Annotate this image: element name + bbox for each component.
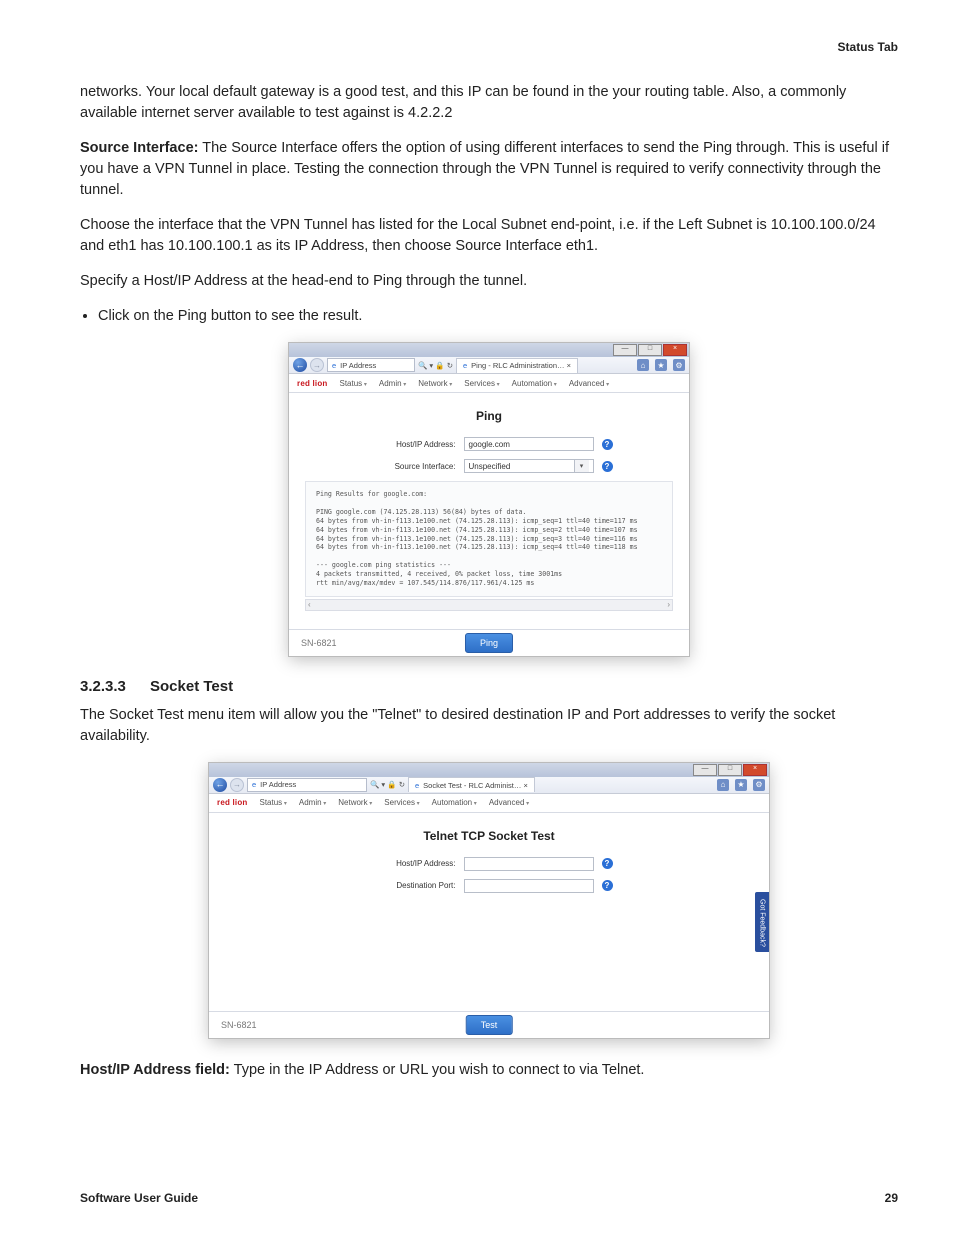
window-minimize-button[interactable]: — [693,764,717,776]
paragraph-specify-host: Specify a Host/IP Address at the head-en… [80,271,898,292]
input-host-ip[interactable] [464,857,594,871]
url-tools-icon[interactable]: 🔍 ▾ 🔒 ↻ [370,780,405,789]
menu-automation[interactable]: Automation [432,798,477,807]
settings-icon[interactable]: ⚙ [753,779,765,791]
url-input[interactable]: e IP Address [247,778,367,792]
browser-address-bar: ← → e IP Address 🔍 ▾ 🔒 ↻ e Ping - RLC Ad… [289,357,689,374]
nav-back-button[interactable]: ← [213,778,227,792]
home-icon[interactable]: ⌂ [717,779,729,791]
help-icon[interactable]: ? [602,439,613,450]
settings-icon[interactable]: ⚙ [673,359,685,371]
browser-tool-icons: ⌂ ★ ⚙ [717,779,765,791]
url-text: IP Address [260,780,296,789]
label-host-ip: Host/IP Address: [366,859,456,868]
window-maximize-button[interactable]: □ [718,764,742,776]
horizontal-scrollbar[interactable]: ‹ › [305,599,673,611]
menu-network[interactable]: Network [338,798,372,807]
panel-title-socket: Telnet TCP Socket Test [225,829,753,843]
label-source-interface: Source Interface: [80,140,198,156]
menu-advanced[interactable]: Advanced [489,798,529,807]
window-close-button[interactable]: × [663,344,687,356]
browser-tool-icons: ⌂ ★ ⚙ [637,359,685,371]
device-model: SN-6821 [221,1020,257,1030]
brand-logo: red lion [297,379,328,388]
input-destination-port[interactable] [464,879,594,893]
url-input[interactable]: e IP Address [327,358,415,372]
section-number: 3.2.3.3 [80,678,150,695]
nav-forward-button[interactable]: → [230,778,244,792]
input-host-ip-value: google.com [469,440,510,449]
window-maximize-button[interactable]: □ [638,344,662,356]
select-source-interface-value: Unspecified [469,462,511,471]
feedback-tab[interactable]: Got Feedback? [755,892,769,952]
select-source-interface[interactable]: Unspecified ▾ [464,459,594,473]
favorites-icon[interactable]: ★ [655,359,667,371]
app-menubar: red lion Status Admin Network Services A… [209,794,769,813]
help-icon[interactable]: ? [602,880,613,891]
tab-favicon-icon: e [415,781,419,790]
test-button[interactable]: Test [466,1015,513,1035]
panel-title-ping: Ping [305,409,673,423]
section-title: Socket Test [150,678,233,695]
ie-icon: e [332,361,336,370]
text-source-interface: The Source Interface offers the option o… [80,140,889,198]
browser-tab-ping[interactable]: e Ping - RLC Administration… × [456,358,578,373]
section-heading-socket-test: 3.2.3.3Socket Test [80,678,898,695]
label-host-ip-field: Host/IP Address field: [80,1062,230,1078]
page-header-right: Status Tab [80,40,898,54]
ie-icon: e [252,780,256,789]
ping-output-console: Ping Results for google.com: PING google… [305,481,673,597]
window-close-button[interactable]: × [743,764,767,776]
menu-network[interactable]: Network [418,379,452,388]
home-icon[interactable]: ⌂ [637,359,649,371]
window-minimize-button[interactable]: — [613,344,637,356]
paragraph-gateway: networks. Your local default gateway is … [80,82,898,124]
url-tools-icon[interactable]: 🔍 ▾ 🔒 ↻ [418,361,453,370]
menu-advanced[interactable]: Advanced [569,379,609,388]
bullet-list: Click on the Ping button to see the resu… [80,306,898,327]
menu-admin[interactable]: Admin [299,798,326,807]
menu-automation[interactable]: Automation [512,379,557,388]
nav-forward-button[interactable]: → [310,358,324,372]
label-host-ip: Host/IP Address: [366,440,456,449]
ping-button[interactable]: Ping [465,633,513,653]
chevron-down-icon: ▾ [574,460,589,472]
tab-title: Ping - RLC Administration… × [471,361,571,370]
menu-admin[interactable]: Admin [379,379,406,388]
menu-status[interactable]: Status [260,798,287,807]
tab-favicon-icon: e [463,361,467,370]
help-icon[interactable]: ? [602,461,613,472]
paragraph-choose-interface: Choose the interface that the VPN Tunnel… [80,215,898,257]
window-titlebar: — □ × [209,763,769,777]
brand-logo: red lion [217,798,248,807]
app-menubar: red lion Status Admin Network Services A… [289,374,689,393]
paragraph-host-ip-field: Host/IP Address field: Type in the IP Ad… [80,1060,898,1081]
menu-status[interactable]: Status [340,379,367,388]
window-titlebar: — □ × [289,343,689,357]
label-source-interface-field: Source Interface: [366,462,456,471]
footer-page-number: 29 [885,1191,898,1205]
browser-tab-socket[interactable]: e Socket Test - RLC Administ… × [408,777,535,792]
paragraph-source-interface: Source Interface: The Source Interface o… [80,138,898,201]
input-host-ip[interactable]: google.com [464,437,594,451]
bullet-click-ping: Click on the Ping button to see the resu… [98,306,898,327]
menu-services[interactable]: Services [384,798,419,807]
screenshot-ping-window: — □ × ← → e IP Address 🔍 ▾ 🔒 ↻ e Ping - … [289,343,689,656]
device-model: SN-6821 [301,638,337,648]
scroll-right-icon[interactable]: › [667,600,670,609]
help-icon[interactable]: ? [602,858,613,869]
url-text: IP Address [340,361,376,370]
paragraph-socket-test-intro: The Socket Test menu item will allow you… [80,705,898,747]
menu-services[interactable]: Services [464,379,499,388]
browser-address-bar: ← → e IP Address 🔍 ▾ 🔒 ↻ e Socket Test -… [209,777,769,794]
tab-title: Socket Test - RLC Administ… × [423,781,528,790]
footer-title: Software User Guide [80,1191,198,1205]
screenshot-socket-window: — □ × ← → e IP Address 🔍 ▾ 🔒 ↻ e Socket … [209,763,769,1038]
nav-back-button[interactable]: ← [293,358,307,372]
text-host-ip-field: Type in the IP Address or URL you wish t… [230,1062,645,1078]
scroll-left-icon[interactable]: ‹ [308,600,311,609]
favorites-icon[interactable]: ★ [735,779,747,791]
label-destination-port: Destination Port: [366,881,456,890]
